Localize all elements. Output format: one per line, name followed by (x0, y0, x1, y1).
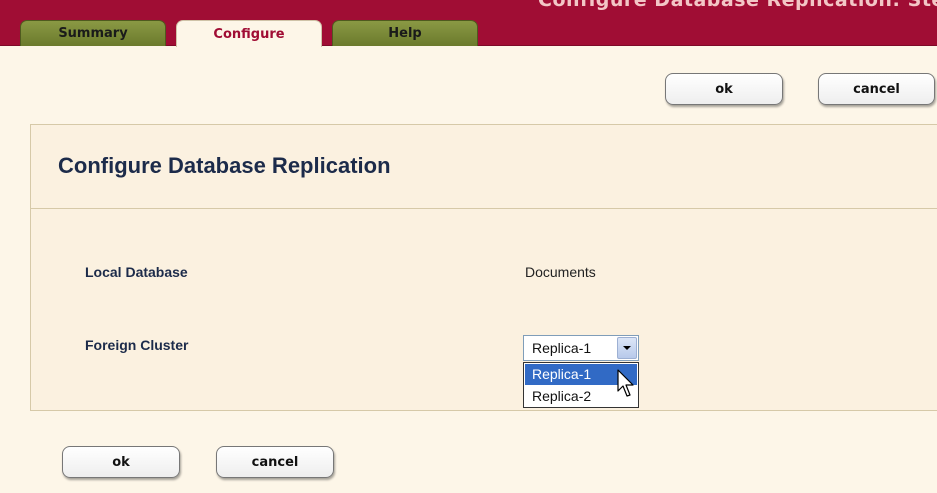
dropdown-option-replica-1[interactable]: Replica-1 (525, 364, 637, 385)
chevron-down-icon[interactable] (617, 337, 637, 359)
local-database-label: Local Database (85, 264, 188, 280)
configure-panel: Configure Database Replication Local Dat… (30, 124, 937, 411)
foreign-cluster-label: Foreign Cluster (85, 337, 189, 353)
dropdown-option-replica-2[interactable]: Replica-2 (525, 386, 637, 407)
header-title: Configure Database Replication: Step (538, 0, 937, 11)
ok-button-top[interactable]: ok (665, 73, 783, 105)
cancel-button-bottom[interactable]: cancel (216, 446, 334, 478)
cancel-button-top[interactable]: cancel (818, 73, 935, 105)
local-database-value: Documents (525, 264, 596, 280)
tab-summary[interactable]: Summary (20, 20, 166, 46)
tab-configure[interactable]: Configure (176, 20, 322, 47)
foreign-cluster-select[interactable]: Replica-1 (523, 335, 639, 361)
tab-help[interactable]: Help (332, 20, 478, 46)
foreign-cluster-dropdown-list: Replica-1 Replica-2 (523, 362, 639, 408)
page-title: Configure Database Replication (58, 153, 391, 178)
ok-button-bottom[interactable]: ok (62, 446, 180, 478)
foreign-cluster-selected-value: Replica-1 (532, 340, 592, 356)
panel-divider (31, 208, 937, 209)
